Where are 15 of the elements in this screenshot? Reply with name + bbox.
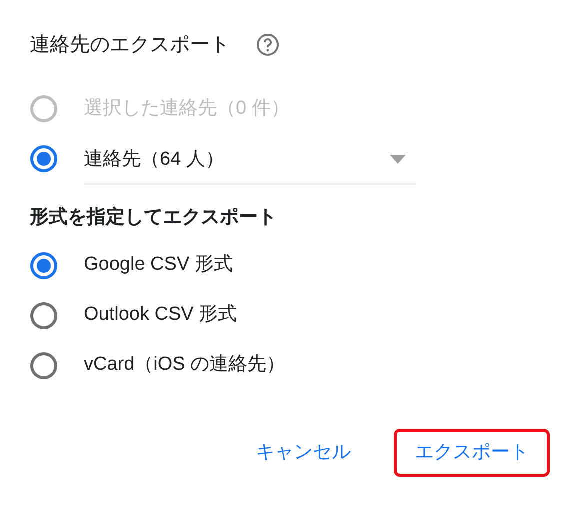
caret-icon (390, 155, 406, 165)
cancel-button[interactable]: キャンセル (235, 428, 372, 478)
export-button[interactable]: エクスポート (394, 428, 550, 478)
radio-button[interactable] (30, 302, 58, 330)
contacts-dropdown[interactable]: 連絡先（64 人） (84, 137, 416, 185)
radio-button[interactable] (30, 352, 58, 380)
option-label: vCard（iOS の連絡先） (84, 353, 286, 378)
option-label: Google CSV 形式 (84, 253, 233, 278)
radio-button[interactable] (30, 252, 58, 280)
option-label: 選択した連絡先（0 件） (84, 96, 290, 121)
dialog-title: 連絡先のエクスポート (30, 33, 230, 58)
section-heading: 形式を指定してエクスポート (30, 206, 278, 230)
radio-button[interactable] (30, 145, 58, 173)
help-icon[interactable] (256, 33, 280, 57)
option-label: Outlook CSV 形式 (84, 303, 238, 328)
